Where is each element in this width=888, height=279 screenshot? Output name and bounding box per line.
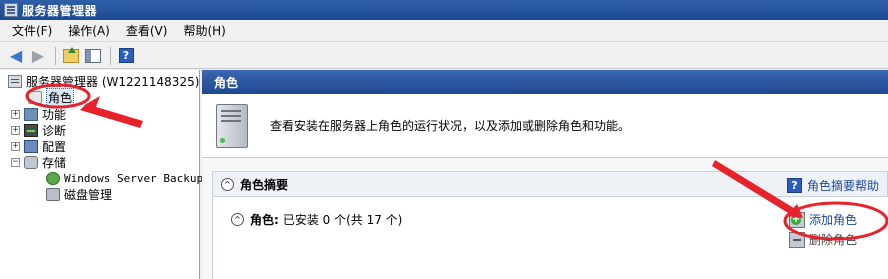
server-roles-icon <box>216 103 248 148</box>
forward-arrow-icon: ▶ <box>31 45 45 65</box>
roles-icon <box>28 90 42 104</box>
expand-icon[interactable]: + <box>11 125 20 135</box>
tree-item-label: 角色 <box>46 87 75 107</box>
backup-icon <box>46 171 60 185</box>
page-title: 角色 <box>202 70 888 94</box>
help-button[interactable]: ? <box>116 46 136 66</box>
tree-item-label: 诊断 <box>42 123 67 138</box>
show-hide-pane-button[interactable] <box>83 46 103 66</box>
show-hide-pane-icon <box>85 48 101 63</box>
tree-item-storage[interactable]: − 存储 <box>11 154 66 170</box>
roles-summary-body: ^ 角色: 已安装 0 个(共 17 个) 添加角色 删除角色 <box>212 197 888 279</box>
tree-item-configuration[interactable]: + 配置 <box>11 138 66 154</box>
up-one-level-button[interactable] <box>61 46 81 66</box>
tree-item-label: 功能 <box>42 107 67 122</box>
configuration-icon <box>24 139 38 153</box>
tree-item-roles[interactable]: 角色 <box>28 87 75 107</box>
tree-item-label: Windows Server Backup <box>64 171 204 185</box>
tree-item-diagnostics[interactable]: + 诊断 <box>11 122 66 138</box>
help-icon: ? <box>786 178 802 193</box>
intro-text: 查看安装在服务器上角色的运行状况，以及添加或删除角色和功能。 <box>270 119 631 133</box>
back-arrow-icon: ◀ <box>9 45 23 65</box>
add-roles-icon <box>789 211 805 228</box>
tree-item-features[interactable]: + 功能 <box>11 106 66 122</box>
help-icon: ? <box>118 48 134 63</box>
tree-item-disk-management[interactable]: 磁盘管理 <box>46 186 112 202</box>
forward-button[interactable]: ▶ <box>28 46 48 66</box>
toolbar-separator <box>55 46 56 65</box>
roles-summary-header[interactable]: ^ 角色摘要 ? 角色摘要帮助 <box>212 171 888 197</box>
roles-label: 角色: <box>250 213 279 227</box>
tree-item-windows-server-backup[interactable]: Windows Server Backup <box>46 170 203 186</box>
tree-item-server-manager[interactable]: 服务器管理器 (W1221148325) <box>8 73 199 89</box>
intro-panel: 查看安装在服务器上角色的运行状况，以及添加或删除角色和功能。 <box>202 94 888 158</box>
roles-status-line: ^ 角色: 已安装 0 个(共 17 个) <box>231 211 402 228</box>
menu-bar: 文件(F) 操作(A) 查看(V) 帮助(H) <box>0 20 888 42</box>
features-icon <box>24 107 38 121</box>
disk-management-icon <box>46 187 60 201</box>
tree-item-label: 磁盘管理 <box>64 187 113 202</box>
toolbar: ◀ ▶ ? <box>0 43 888 69</box>
remove-roles-icon <box>789 231 805 248</box>
tree-item-label: 存储 <box>42 155 67 170</box>
expand-icon[interactable]: + <box>11 109 20 119</box>
diagnostics-icon <box>24 123 38 137</box>
add-roles-link[interactable]: 添加角色 <box>789 211 857 228</box>
window-title: 服务器管理器 <box>22 3 98 18</box>
collapse-icon[interactable]: ^ <box>221 177 234 191</box>
title-bar: 服务器管理器 <box>0 0 888 20</box>
main-pane: 角色 查看安装在服务器上角色的运行状况，以及添加或删除角色和功能。 ^ 角色摘要… <box>202 70 888 279</box>
roles-status: 已安装 0 个(共 17 个) <box>282 213 403 227</box>
toolbar-separator <box>110 46 111 65</box>
menu-view[interactable]: 查看(V) <box>118 22 176 39</box>
roles-summary-help-label: 角色摘要帮助 <box>806 179 879 193</box>
storage-icon <box>24 155 38 169</box>
up-folder-icon <box>63 46 79 63</box>
remove-roles-link[interactable]: 删除角色 <box>789 231 857 248</box>
server-icon <box>8 74 22 88</box>
menu-help[interactable]: 帮助(H) <box>175 22 233 39</box>
collapse-icon[interactable]: − <box>11 157 20 167</box>
collapse-icon[interactable]: ^ <box>231 213 244 226</box>
back-button[interactable]: ◀ <box>6 46 26 66</box>
roles-summary-help-link[interactable]: ? 角色摘要帮助 <box>786 177 879 194</box>
remove-roles-label: 删除角色 <box>809 233 858 247</box>
expand-icon[interactable]: + <box>11 141 20 151</box>
server-manager-icon <box>4 3 18 17</box>
tree-item-label: 配置 <box>42 139 67 154</box>
add-roles-label: 添加角色 <box>809 213 858 227</box>
menu-action[interactable]: 操作(A) <box>60 22 118 39</box>
roles-summary-title: 角色摘要 <box>240 177 289 192</box>
menu-file[interactable]: 文件(F) <box>0 22 60 39</box>
navigation-tree: 服务器管理器 (W1221148325) 角色 + 功能 + 诊断 + 配置 −… <box>0 70 203 279</box>
